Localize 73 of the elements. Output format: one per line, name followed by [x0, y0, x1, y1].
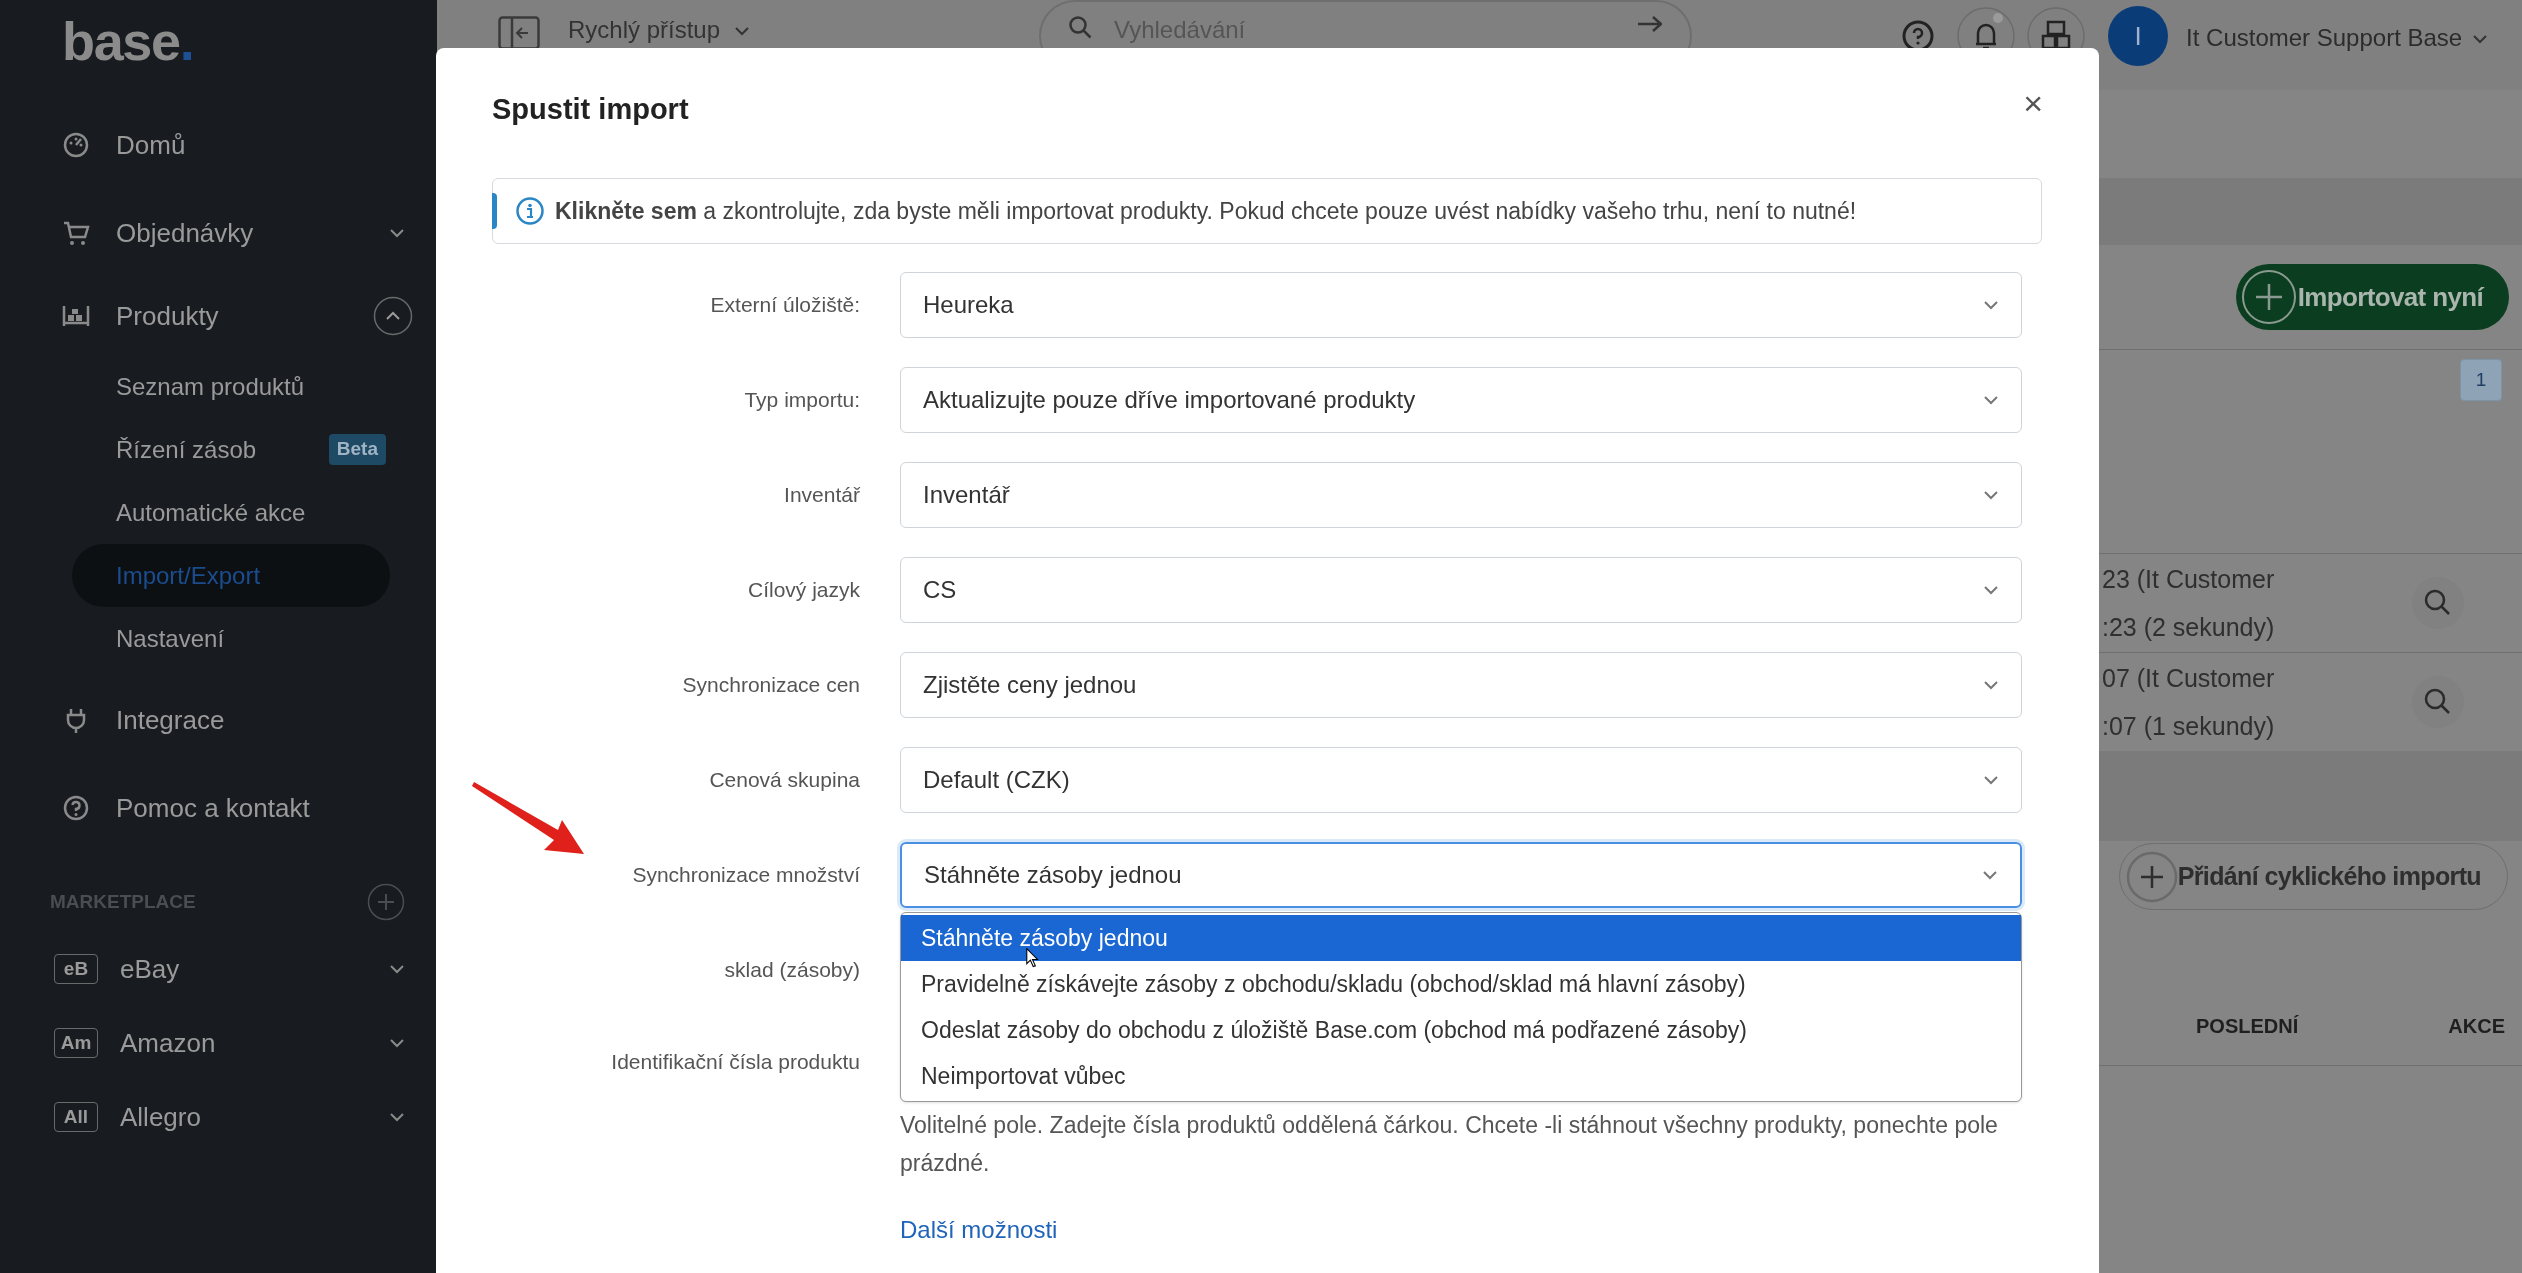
dropdown-option[interactable]: Stáhněte zásoby jednou [901, 915, 2021, 961]
plus-icon [2239, 268, 2298, 326]
submenu-item[interactable]: Řízení zásob [116, 431, 329, 468]
cart-icon [62, 219, 90, 247]
column-header: AKCE [2448, 1013, 2505, 1039]
info-accent-bar [492, 193, 497, 229]
chevron-down-icon [1983, 395, 1999, 405]
modal-title: Spustit import [492, 92, 690, 127]
chevron-down-icon [1983, 680, 1999, 690]
select-field[interactable]: Inventář [900, 462, 2022, 528]
field-label: Cenová skupina [708, 767, 860, 794]
menu-item[interactable]: Allegro [120, 1097, 389, 1137]
marketplace-tag: Am [54, 1028, 98, 1058]
marketplace-tag: eB [54, 954, 98, 984]
column-header: POSLEDNÍ [2196, 1013, 2299, 1039]
submenu-item[interactable]: Nastavení [72, 607, 390, 670]
collapse-button[interactable] [373, 296, 413, 336]
close-button[interactable]: × [2023, 86, 2043, 120]
marketplace-tag: All [54, 1102, 98, 1132]
field-label: Synchronizace cen [681, 672, 860, 699]
dropdown-option[interactable]: Neimportovat vůbec [901, 1053, 2021, 1099]
field-label: Synchronizace množství [631, 862, 860, 889]
info-message: Klikněte sem a zkontrolujte, zda byste měli importovat produkty. Pokud chcete pouze uvést nabídky vašeho trhu, není to nutné! [555, 196, 1857, 226]
info-icon [515, 196, 545, 226]
menu-item[interactable]: Integrace [116, 700, 413, 740]
help-icon [62, 794, 90, 822]
dropdown-option[interactable]: Pravidelně získávejte zásoby z obchodu/skladu (obchod/sklad má hlavní zásoby) [901, 961, 2021, 1007]
table-cell-text: :07 (1 sekundy) [2102, 711, 2275, 742]
user-avatar[interactable]: I [2108, 6, 2169, 66]
chevron-down-icon [1983, 585, 1999, 595]
gauge-icon [62, 131, 90, 159]
chevron-down-icon [1983, 490, 1999, 500]
page-number[interactable]: 1 [2460, 359, 2502, 401]
user-name[interactable]: It Customer Support Base [2186, 20, 2463, 56]
chevron-down-icon [1983, 775, 1999, 785]
logo: base. [62, 14, 195, 68]
table-cell-text: 23 (It Customer [2102, 564, 2275, 595]
menu-item[interactable]: Domů [116, 125, 413, 165]
menu-item[interactable]: eBay [120, 949, 389, 989]
field-label: Typ importu: [743, 387, 860, 414]
submenu-item[interactable]: Seznam produktů [72, 355, 390, 418]
menu-item[interactable]: Produkty [116, 296, 373, 336]
search-icon [1069, 16, 1093, 39]
select-field[interactable]: Aktualizujte pouze dříve importované produkty [900, 367, 2022, 433]
beta-badge: Beta [328, 434, 386, 465]
select-field[interactable]: Zjistěte ceny jednou [900, 652, 2022, 718]
quick-access-menu[interactable]: Rychlý přístup [568, 16, 721, 44]
menu-item[interactable]: Pomoc a kontakt [116, 788, 413, 828]
table-cell-text: :23 (2 sekundy) [2102, 612, 2275, 643]
menu-item[interactable]: Amazon [120, 1023, 389, 1063]
help-text: Volitelné pole. Zadejte čísla produktů oddělená čárkou. Chcete -li stáhnout všechny produkty, ponechte pole prázdné. [900, 1111, 1999, 1178]
sidebar-toggle-icon[interactable] [498, 16, 540, 50]
field-label: Cílový jazyk [746, 577, 860, 604]
field-label: Identifikační čísla produktu [610, 1049, 860, 1075]
select-field[interactable]: CS [900, 557, 2022, 623]
chevron-down-icon [1983, 300, 1999, 310]
select-field[interactable]: Stáhněte zásoby jednou [900, 842, 2022, 908]
chevron-down-icon [1982, 870, 1998, 880]
select-field[interactable]: Default (CZK) [900, 747, 2022, 813]
chevron-down-icon [734, 26, 751, 36]
field-label: sklad (zásoby) [723, 957, 860, 984]
more-options-link[interactable]: Další možnosti [900, 1212, 1058, 1248]
arrow-right-icon [1637, 16, 1663, 32]
menu-item[interactable]: Objednávky [116, 213, 389, 253]
plus-icon [2125, 850, 2178, 903]
table-cell-text: 07 (It Customer [2102, 663, 2275, 694]
field-label: Externí úložiště: [709, 292, 860, 319]
dropdown-option[interactable]: Odeslat zásoby do obchodu z úložiště Base.com (obchod má podřazené zásoby) [901, 1007, 2021, 1053]
chevron-down-icon [2472, 34, 2489, 44]
field-label: Inventář [783, 482, 860, 509]
submenu-item[interactable]: Automatické akce [72, 481, 390, 544]
select-field[interactable]: Heureka [900, 272, 2022, 338]
import-now-button[interactable]: Importovat nyní [2235, 264, 2509, 330]
